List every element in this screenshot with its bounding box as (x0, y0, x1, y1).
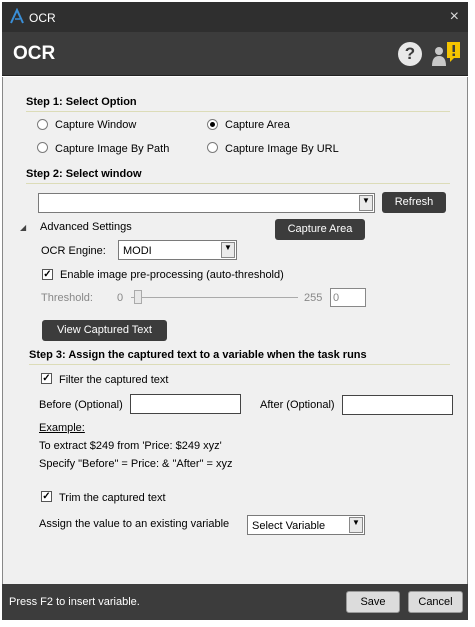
close-icon[interactable]: × (450, 8, 459, 26)
ocr-engine-select[interactable]: MODI ▼ (118, 240, 237, 260)
dialog-title: OCR (13, 43, 56, 64)
chevron-down-icon[interactable]: ▼ (349, 517, 363, 533)
radio-capture-image-by-url[interactable] (207, 142, 218, 153)
threshold-label: Threshold: (41, 292, 93, 304)
window-title: OCR (29, 11, 56, 25)
example-line-1: To extract $249 from 'Price: $249 xyz' (39, 440, 222, 452)
example-line-2: Specify "Before" = Price: & "After" = xy… (39, 458, 233, 470)
threshold-min: 0 (117, 292, 124, 304)
trim-label: Trim the captured text (59, 492, 166, 504)
preprocess-label: Enable image pre-processing (auto-thresh… (60, 269, 284, 281)
radio-label-capture-image-by-path: Capture Image By Path (55, 143, 170, 155)
a-logo-icon (10, 8, 24, 24)
radio-label-capture-area: Capture Area (225, 119, 290, 131)
user-notification-icon[interactable] (430, 40, 462, 68)
divider (26, 111, 450, 112)
threshold-value: 0 (333, 292, 340, 304)
refresh-button[interactable]: Refresh (382, 192, 446, 213)
threshold-value-field[interactable]: 0 (330, 288, 366, 307)
before-label: Before (Optional) (39, 399, 123, 411)
assign-variable-label: Assign the value to an existing variable (39, 518, 230, 530)
capture-area-button[interactable]: Capture Area (275, 219, 365, 240)
save-button[interactable]: Save (346, 591, 400, 613)
step1-heading: Step 1: Select Option (26, 96, 137, 108)
radio-capture-area[interactable] (207, 119, 218, 130)
view-captured-text-button[interactable]: View Captured Text (42, 320, 167, 341)
before-field[interactable] (130, 394, 241, 414)
filter-checkbox[interactable]: ✓ (41, 373, 52, 384)
chevron-down-icon[interactable]: ▼ (359, 195, 373, 211)
chevron-down-icon[interactable]: ▼ (221, 242, 235, 258)
triangle-expander-icon[interactable]: ◢ (20, 223, 26, 232)
footer-hint: Press F2 to insert variable. (9, 596, 140, 608)
ocr-engine-label: OCR Engine: (41, 245, 106, 257)
window-titlebar: OCR × (2, 2, 468, 32)
after-label: After (Optional) (260, 399, 335, 411)
help-icon[interactable]: ? (398, 42, 422, 66)
threshold-max: 255 (304, 292, 323, 304)
threshold-slider-thumb[interactable] (134, 290, 142, 304)
filter-label: Filter the captured text (59, 374, 169, 386)
radio-capture-window[interactable] (37, 119, 48, 130)
advanced-settings-label[interactable]: Advanced Settings (40, 221, 132, 233)
cancel-button[interactable]: Cancel (408, 591, 463, 613)
step2-heading: Step 2: Select window (26, 168, 142, 180)
after-field[interactable] (342, 395, 453, 415)
example-heading: Example: (39, 422, 85, 434)
dialog-header: OCR ? (2, 32, 468, 76)
radio-capture-image-by-path[interactable] (37, 142, 48, 153)
step3-heading: Step 3: Assign the captured text to a va… (29, 349, 367, 361)
dialog-body: Step 1: Select Option Capture Window Cap… (2, 77, 468, 584)
window-select[interactable]: ▼ (38, 193, 375, 213)
divider (26, 183, 450, 184)
radio-label-capture-window: Capture Window (55, 119, 137, 131)
ocr-engine-value: MODI (123, 245, 152, 257)
variable-select[interactable]: Select Variable ▼ (247, 515, 365, 535)
divider (29, 364, 450, 365)
threshold-slider-track[interactable] (131, 297, 298, 298)
radio-label-capture-image-by-url: Capture Image By URL (225, 143, 339, 155)
trim-checkbox[interactable]: ✓ (41, 491, 52, 502)
preprocess-checkbox[interactable]: ✓ (42, 269, 53, 280)
variable-select-value: Select Variable (252, 520, 326, 532)
dialog-footer: Press F2 to insert variable. Save Cancel (2, 584, 468, 620)
